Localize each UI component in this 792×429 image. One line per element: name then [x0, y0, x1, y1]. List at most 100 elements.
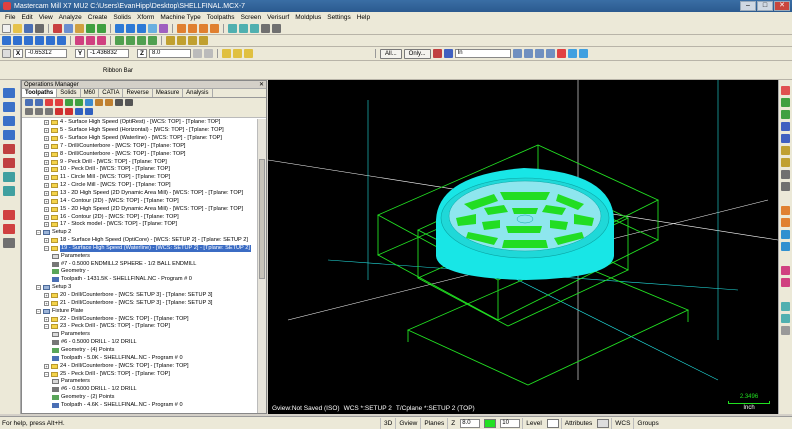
- quick-mask-faces-icon[interactable]: [781, 326, 790, 335]
- status-level-input[interactable]: 10: [500, 418, 521, 428]
- close-button[interactable]: ✕: [774, 1, 790, 11]
- expand-toggle-icon[interactable]: +: [44, 198, 49, 204]
- status-wcs-button[interactable]: WCS: [611, 417, 633, 429]
- tab-analysis[interactable]: Analysis: [183, 89, 213, 97]
- chain-icon[interactable]: [512, 49, 522, 58]
- menu-create[interactable]: Create: [85, 14, 111, 21]
- toolpath-pocket-icon[interactable]: [3, 116, 15, 126]
- panel-close-icon[interactable]: ✕: [259, 81, 264, 89]
- expand-toggle-icon[interactable]: +: [44, 363, 49, 369]
- line-icon[interactable]: [13, 36, 22, 45]
- backplot-ops-icon[interactable]: [65, 99, 73, 106]
- menu-view[interactable]: View: [36, 14, 56, 21]
- menu-solids[interactable]: Solids: [110, 14, 134, 21]
- toggle-display-icon[interactable]: [35, 108, 43, 115]
- expand-toggle-icon[interactable]: +: [44, 300, 49, 306]
- selection-filter-icon[interactable]: [443, 49, 453, 58]
- expand-toggle-icon[interactable]: −: [36, 230, 41, 236]
- spline-icon[interactable]: [46, 36, 55, 45]
- select-all-button[interactable]: All...: [380, 48, 402, 59]
- expand-toggle-icon[interactable]: −: [44, 371, 49, 377]
- tree-detail-node[interactable]: #6 - 0.5000 DRILL - 1/2 DRILL: [52, 386, 137, 394]
- tree-operation-node[interactable]: +15 - 2D High Speed (2D Dynamic Area Mil…: [44, 205, 243, 213]
- expand-toggle-icon[interactable]: +: [44, 206, 49, 212]
- lock-ops-icon[interactable]: [25, 108, 33, 115]
- tree-operation-node[interactable]: − 19 - Surface High Speed (Waterline) - […: [44, 244, 251, 253]
- extrude-icon[interactable]: [166, 36, 175, 45]
- tree-detail-node[interactable]: #7 - 0.5000 ENDMILL2 SPHERE - 1/2 BALL E…: [52, 260, 196, 268]
- highfeed-icon[interactable]: [105, 99, 113, 106]
- menu-settings[interactable]: Settings: [324, 14, 354, 21]
- delete-ops-icon[interactable]: [115, 99, 123, 106]
- status-style-swatch[interactable]: [546, 418, 559, 428]
- tree-operation-node[interactable]: +7 - Drill/Counterbore - [WCS: TOP] - [T…: [44, 143, 186, 151]
- tree-operation-node[interactable]: +18 - Surface High Speed (OptiCore) - [W…: [44, 237, 248, 245]
- tree-operation-node[interactable]: +14 - Contour (2D) - [WCS: TOP] - [Tplan…: [44, 198, 179, 206]
- status-3d-button[interactable]: 3D: [380, 417, 395, 429]
- zoom-in-icon[interactable]: [126, 23, 135, 33]
- lock-icon[interactable]: [193, 49, 202, 58]
- quick-mask-lines-icon[interactable]: [781, 110, 790, 119]
- select-all-ops-icon[interactable]: [25, 99, 33, 106]
- minimize-button[interactable]: –: [740, 1, 756, 11]
- expand-toggle-icon[interactable]: +: [44, 214, 49, 220]
- redo-icon[interactable]: [97, 23, 106, 33]
- tree-operation-node[interactable]: +10 - Peck Drill - [WCS: TOP] - [Tplane:…: [44, 166, 170, 174]
- menu-edit[interactable]: Edit: [18, 14, 35, 21]
- tree-operation-node[interactable]: +13 - 2D High Speed (2D Dynamic Area Mil…: [44, 190, 243, 198]
- scale-icon[interactable]: [148, 36, 157, 45]
- tree-operation-node[interactable]: − 25 - Peck Drill - [WCS: TOP] - [Tplane:…: [44, 370, 170, 378]
- fast-point-icon[interactable]: [2, 49, 11, 58]
- cut-icon[interactable]: [53, 23, 62, 33]
- insert-arrow-up-icon[interactable]: [65, 108, 73, 115]
- tree-operation-node[interactable]: +24 - Drill/Counterbore - [WCS: TOP] - […: [44, 362, 189, 370]
- tree-operation-node[interactable]: +20 - Drill/Counterbore - [WCS: SETUP 3]…: [44, 292, 212, 300]
- menu-analyze[interactable]: Analyze: [56, 14, 85, 21]
- tree-detail-node[interactable]: Geometry - (4) Points: [52, 347, 114, 355]
- tree-operation-node[interactable]: +22 - Drill/Counterbore - [WCS: TOP] - […: [44, 315, 189, 323]
- tree-detail-node[interactable]: Toolpath - 5.0K - SHELLFINAL.NC - Progra…: [52, 355, 183, 363]
- tree-operation-node[interactable]: +4 - Surface High Speed (OptiRest) - [WC…: [44, 119, 220, 127]
- regenerate-icon[interactable]: [45, 99, 53, 106]
- status-groups-button[interactable]: Groups: [633, 417, 661, 429]
- fillet-icon[interactable]: [35, 36, 44, 45]
- maximize-button[interactable]: □: [757, 1, 773, 11]
- toolpath-manager-icon[interactable]: [3, 238, 15, 248]
- tree-detail-node[interactable]: Geometry - (2) Points: [52, 394, 114, 402]
- menu-help[interactable]: Help: [354, 14, 373, 21]
- quick-mask-surfaces-icon[interactable]: [781, 146, 790, 155]
- save-icon[interactable]: [24, 23, 33, 33]
- shaded-icon[interactable]: [239, 23, 248, 33]
- tree-setup-node[interactable]: − Fixture Plate: [36, 307, 83, 315]
- quick-mask-level-icon[interactable]: [781, 218, 790, 227]
- expand-toggle-icon[interactable]: +: [44, 151, 49, 157]
- scrollbar-thumb[interactable]: [259, 159, 265, 279]
- tree-operation-node[interactable]: +8 - Drill/Counterbore - [WCS: TOP] - [T…: [44, 150, 186, 158]
- translate-icon[interactable]: [115, 36, 124, 45]
- copy-icon[interactable]: [64, 23, 73, 33]
- toolpath-drill-icon[interactable]: [3, 102, 15, 112]
- toolpath-multiaxis-icon[interactable]: [3, 172, 15, 182]
- tree-detail-node[interactable]: Parameters: [52, 331, 90, 339]
- analyze-icon[interactable]: [261, 23, 270, 33]
- backplot-icon[interactable]: [567, 49, 577, 58]
- expand-toggle-icon[interactable]: −: [44, 324, 49, 330]
- join-icon[interactable]: [97, 36, 106, 45]
- status-planes-button[interactable]: Planes: [420, 417, 447, 429]
- quick-mask-group-icon[interactable]: [781, 230, 790, 239]
- post-icon[interactable]: [578, 49, 588, 58]
- menu-verisurf[interactable]: Verisurf: [264, 14, 292, 21]
- zoom-out-icon[interactable]: [137, 23, 146, 33]
- help-ops-icon[interactable]: [125, 99, 133, 106]
- expand-toggle-icon[interactable]: +: [44, 167, 49, 173]
- status-z-input[interactable]: 8.0: [460, 418, 481, 428]
- tree-operation-node[interactable]: +5 - Surface High Speed (Horizontal) - […: [44, 127, 224, 135]
- quick-mask-color-icon[interactable]: [781, 206, 790, 215]
- expand-toggle-icon[interactable]: +: [44, 136, 49, 142]
- toolpath-highspeed-icon[interactable]: [3, 158, 15, 168]
- status-gview-button[interactable]: Gview: [395, 417, 420, 429]
- expand-toggle-icon[interactable]: +: [44, 293, 49, 299]
- menu-screen[interactable]: Screen: [238, 14, 265, 21]
- tree-detail-node[interactable]: Parameters: [52, 252, 90, 260]
- right-view-icon[interactable]: [199, 23, 208, 33]
